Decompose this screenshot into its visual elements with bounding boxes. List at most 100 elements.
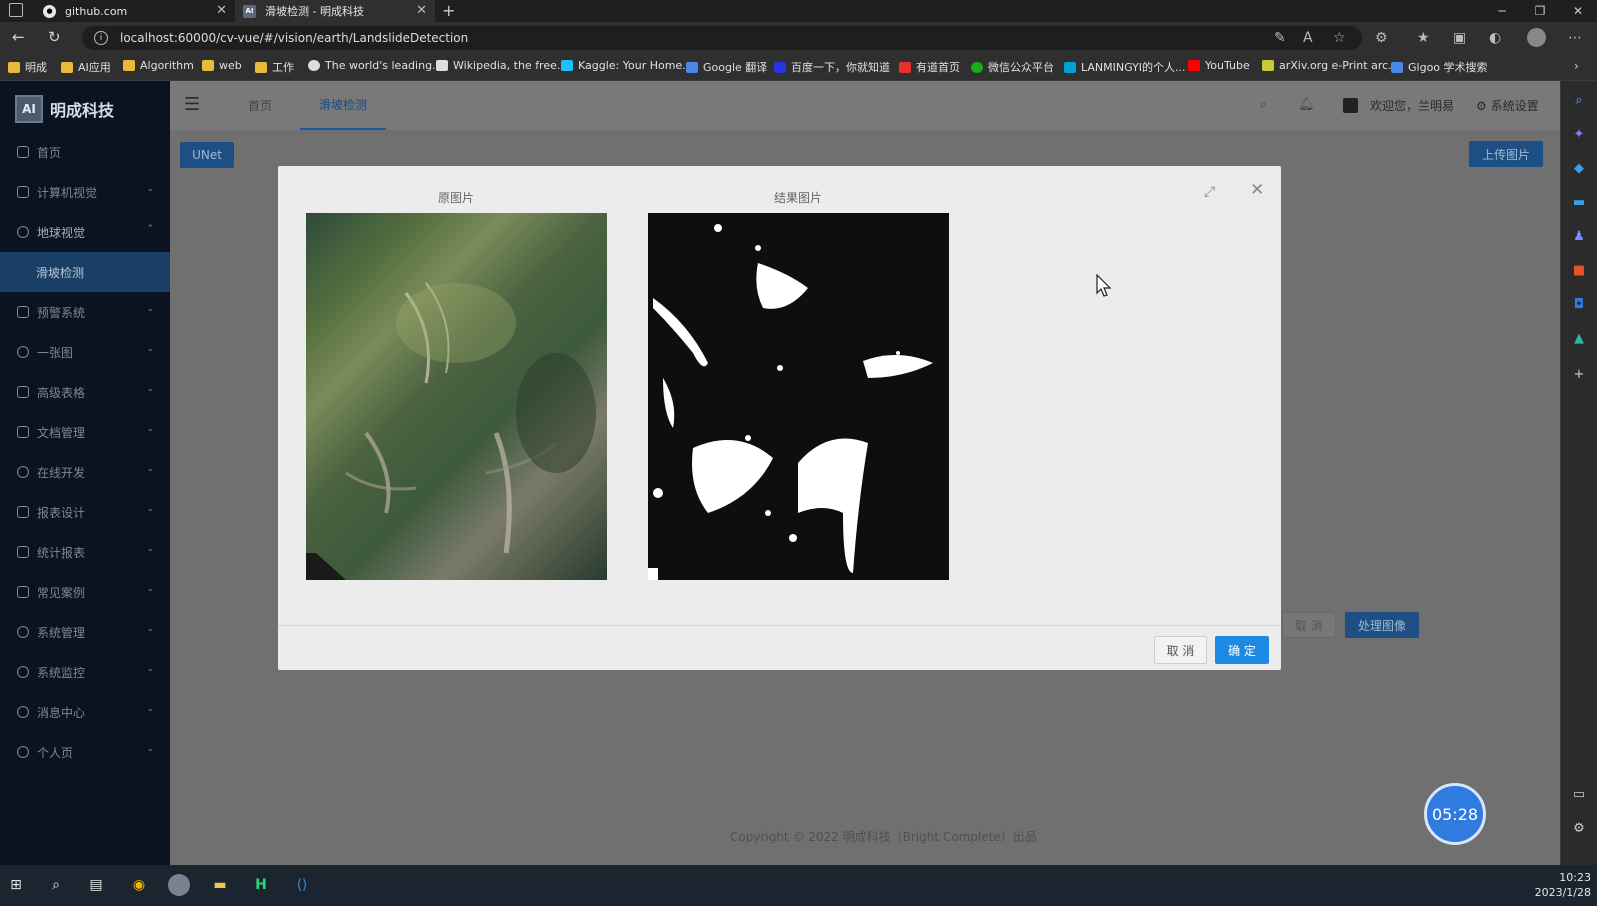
read-aloud-icon[interactable]: ✎ bbox=[1274, 30, 1286, 46]
vscode-icon[interactable]: ⟨⟩ bbox=[291, 874, 313, 896]
chevron-down-icon: ⌄ bbox=[146, 544, 154, 554]
bookmark-item[interactable]: 明成 bbox=[8, 59, 47, 75]
bookmark-item[interactable]: 微信公众平台 bbox=[971, 59, 1054, 75]
outlook-icon[interactable]: ◘ bbox=[1571, 297, 1587, 313]
tab-actions-icon[interactable] bbox=[9, 3, 23, 17]
search-icon[interactable]: ⌕ bbox=[1571, 93, 1587, 109]
bookmark-item[interactable]: Google 翻译 bbox=[686, 59, 767, 75]
task-view-icon[interactable]: ▤ bbox=[85, 874, 107, 896]
bookmark-item[interactable]: LANMINGYI的个人... bbox=[1064, 59, 1186, 75]
user-app-icon[interactable] bbox=[168, 874, 190, 896]
favorites-icon[interactable]: ★ bbox=[1417, 30, 1430, 46]
sidebar-item-computer-vision[interactable]: 计算机视觉 ⌄ bbox=[0, 172, 170, 212]
menu-toggle-icon[interactable]: ☰ bbox=[184, 94, 200, 115]
toolbox-icon[interactable]: ▬ bbox=[1571, 195, 1587, 211]
bookmark-item[interactable]: Wikipedia, the free... bbox=[436, 59, 567, 72]
original-image-title: 原图片 bbox=[437, 191, 474, 205]
bookmark-item[interactable]: YouTube bbox=[1188, 59, 1250, 72]
site-info-icon[interactable]: i bbox=[94, 31, 108, 45]
close-tab-icon[interactable]: ✕ bbox=[416, 3, 427, 18]
baidu-icon bbox=[774, 61, 786, 73]
bookmark-item[interactable]: 有道首页 bbox=[899, 59, 960, 75]
restore-icon[interactable]: ❐ bbox=[1521, 4, 1559, 18]
tag-icon[interactable]: ◆ bbox=[1571, 161, 1587, 177]
sidebar-item-common-cases[interactable]: 常见案例 ⌄ bbox=[0, 572, 170, 612]
bookmark-item[interactable]: web bbox=[202, 59, 242, 72]
edge-icon[interactable]: ◐ bbox=[1489, 30, 1501, 46]
tab-landslide-detection[interactable]: 滑坡检测 bbox=[300, 81, 386, 130]
sidebar-item-home[interactable]: 首页 bbox=[0, 132, 170, 172]
tree-icon[interactable]: ▲ bbox=[1571, 331, 1587, 347]
sidebar-item-system-monitor[interactable]: 系统监控 ⌄ bbox=[0, 652, 170, 692]
bookmark-item[interactable]: Algorithm bbox=[123, 59, 194, 72]
extensions-icon[interactable]: ⚙ bbox=[1375, 30, 1388, 46]
new-tab-button[interactable]: + bbox=[442, 1, 455, 20]
bookmark-item[interactable]: Glgoo 学术搜索 bbox=[1391, 59, 1488, 75]
bookmark-item[interactable]: The world's leading... bbox=[308, 59, 443, 72]
process-image-button[interactable]: 处理图像 bbox=[1345, 612, 1419, 638]
chrome-icon[interactable]: ◉ bbox=[128, 874, 150, 896]
sidebar-item-online-dev[interactable]: 在线开发 ⌄ bbox=[0, 452, 170, 492]
close-icon[interactable]: ✕ bbox=[1250, 180, 1264, 200]
notification-bell-icon[interactable]: 🔔︎ bbox=[1298, 97, 1315, 112]
bookmark-item[interactable]: arXiv.org e-Print arc... bbox=[1262, 59, 1399, 72]
text-size-icon[interactable]: A bbox=[1303, 30, 1313, 46]
add-icon[interactable]: + bbox=[1571, 367, 1587, 383]
bookmarks-overflow-icon[interactable]: › bbox=[1574, 59, 1579, 73]
bookmark-item[interactable]: Kaggle: Your Home... bbox=[561, 59, 693, 72]
system-clock[interactable]: 10:23 2023/1/28 bbox=[1535, 870, 1591, 900]
sidebar-item-message-center[interactable]: 消息中心 ⌄ bbox=[0, 692, 170, 732]
url-field[interactable]: i localhost:60000/cv-vue/#/vision/earth/… bbox=[82, 26, 1362, 50]
close-window-icon[interactable]: ✕ bbox=[1559, 4, 1597, 18]
profile-avatar[interactable] bbox=[1527, 28, 1546, 47]
sidebar-item-advanced-table[interactable]: 高级表格 ⌄ bbox=[0, 372, 170, 412]
more-options-icon[interactable]: ⋯ bbox=[1568, 30, 1582, 46]
sidebar-item-earth-vision[interactable]: 地球视觉 ⌃ bbox=[0, 212, 170, 252]
upload-image-button[interactable]: 上传图片 bbox=[1469, 141, 1543, 167]
search-icon[interactable]: ⌕ bbox=[1260, 97, 1267, 112]
sidebar-item-system-management[interactable]: 系统管理 ⌄ bbox=[0, 612, 170, 652]
favorite-star-icon[interactable]: ☆ bbox=[1333, 30, 1346, 46]
reload-icon[interactable]: ↻ bbox=[48, 28, 61, 46]
confirm-button[interactable]: 确 定 bbox=[1215, 636, 1269, 664]
system-settings-link[interactable]: ⚙ 系统设置 bbox=[1476, 97, 1539, 114]
user-avatar-icon[interactable] bbox=[1343, 98, 1358, 113]
close-tab-icon[interactable]: ✕ bbox=[216, 3, 227, 18]
bookmark-item[interactable]: 工作 bbox=[255, 59, 294, 75]
chevron-down-icon: ⌄ bbox=[146, 384, 154, 394]
background-cancel-button[interactable]: 取 消 bbox=[1282, 612, 1336, 638]
copilot-icon[interactable]: ✦ bbox=[1571, 127, 1587, 143]
app-logo[interactable]: AI 明成科技 bbox=[15, 95, 114, 123]
office-icon[interactable]: ■ bbox=[1571, 263, 1587, 279]
tab-home[interactable]: 首页 bbox=[248, 97, 272, 114]
sidebar-item-warning-system[interactable]: 预警系统 ⌄ bbox=[0, 292, 170, 332]
hbuilder-icon[interactable]: H bbox=[250, 874, 272, 896]
sidebar-item-report-design[interactable]: 报表设计 ⌄ bbox=[0, 492, 170, 532]
sidebar-item-one-map[interactable]: 一张图 ⌄ bbox=[0, 332, 170, 372]
model-unet-button[interactable]: UNet bbox=[180, 142, 234, 168]
windows-start-icon[interactable]: ⊞ bbox=[5, 874, 27, 896]
settings-gear-icon[interactable]: ⚙ bbox=[1571, 821, 1587, 837]
browser-tab-github[interactable]: ● github.com ✕ bbox=[35, 0, 235, 22]
sidebar-item-profile[interactable]: 个人页 ⌄ bbox=[0, 732, 170, 772]
collections-icon[interactable]: ▣ bbox=[1453, 30, 1466, 46]
sidebar-item-landslide-detection[interactable]: 滑坡检测 bbox=[0, 252, 170, 292]
search-icon[interactable]: ⌕ bbox=[45, 874, 67, 896]
file-explorer-icon[interactable]: ▬ bbox=[209, 874, 231, 896]
sidebar-layout-icon[interactable]: ▭ bbox=[1571, 787, 1587, 803]
back-icon[interactable]: ← bbox=[12, 28, 25, 46]
bookmark-item[interactable]: 百度一下，你就知道 bbox=[774, 59, 890, 75]
bookmark-item[interactable]: AI应用 bbox=[61, 59, 111, 75]
recording-timer[interactable]: 05:28 bbox=[1424, 783, 1486, 845]
games-icon[interactable]: ♟ bbox=[1571, 229, 1587, 245]
message-icon bbox=[17, 706, 29, 718]
cancel-button[interactable]: 取 消 bbox=[1154, 636, 1207, 664]
sidebar-item-document-management[interactable]: 文档管理 ⌄ bbox=[0, 412, 170, 452]
folder-icon bbox=[8, 61, 20, 73]
youdao-icon bbox=[899, 61, 911, 73]
browser-tab-landslide[interactable]: AI 滑坡检测 - 明成科技 ✕ bbox=[235, 0, 435, 22]
fullscreen-icon[interactable]: ⤢ bbox=[1204, 184, 1215, 200]
minimize-icon[interactable]: ─ bbox=[1483, 4, 1521, 18]
mouse-cursor-icon bbox=[1096, 274, 1112, 297]
sidebar-item-statistics-report[interactable]: 统计报表 ⌄ bbox=[0, 532, 170, 572]
